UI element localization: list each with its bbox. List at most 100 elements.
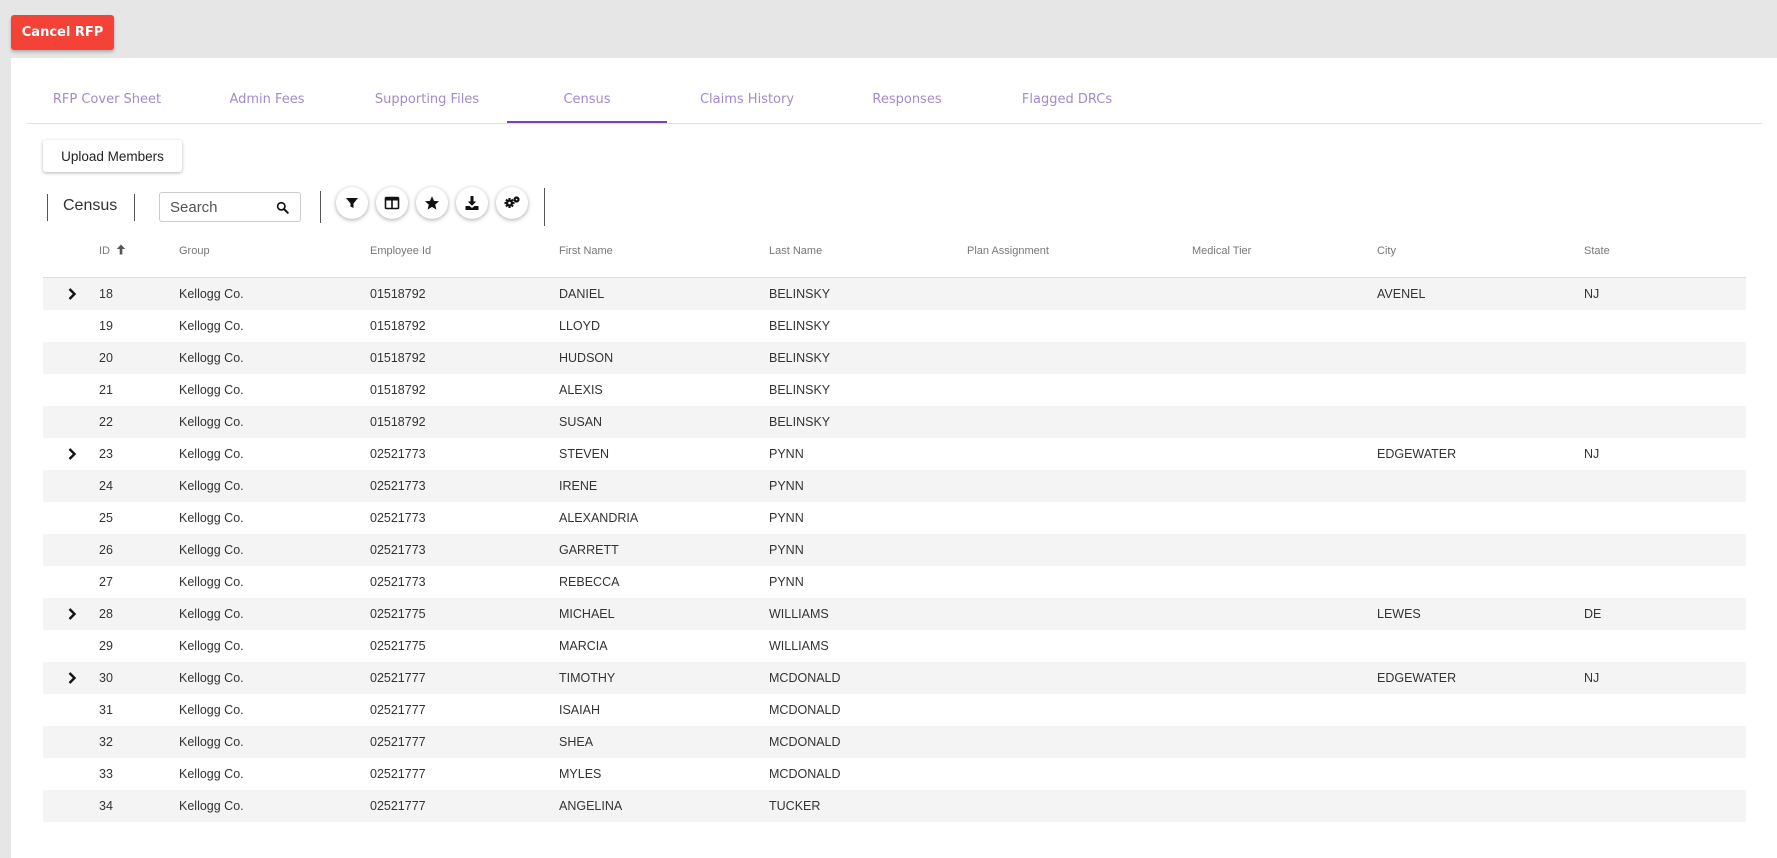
cell-state: NJ: [1584, 287, 1600, 301]
tab-claims-history[interactable]: Claims History: [667, 58, 827, 122]
cell-first-name: IRENE: [559, 479, 598, 493]
cell-id: 26: [99, 543, 113, 557]
upload-members-button[interactable]: Upload Members: [43, 140, 182, 172]
column-header-first-name[interactable]: First Name: [559, 227, 613, 275]
table-row[interactable]: 19 Kellogg Co. 01518792 LLOYD BELINSKY: [43, 310, 1746, 342]
sort-ascending-icon[interactable]: [116, 244, 126, 255]
cell-group: Kellogg Co.: [179, 383, 244, 397]
cell-first-name: MICHAEL: [559, 607, 615, 621]
download-button[interactable]: [456, 187, 488, 219]
cell-last-name: BELINSKY: [769, 415, 831, 429]
cell-state: NJ: [1584, 447, 1600, 461]
tab-admin-fees[interactable]: Admin Fees: [187, 58, 347, 122]
cell-first-name: ALEXIS: [559, 383, 603, 397]
chevron-right-icon[interactable]: [65, 607, 79, 621]
cell-employee-id: 01518792: [370, 415, 426, 429]
cell-employee-id: 02521773: [370, 575, 426, 589]
cell-last-name: MCDONALD: [769, 767, 841, 781]
filter-button[interactable]: [336, 187, 368, 219]
cell-group: Kellogg Co.: [179, 575, 244, 589]
column-header-medical-tier[interactable]: Medical Tier: [1192, 227, 1251, 275]
cell-first-name: ALEXANDRIA: [559, 511, 639, 525]
tab-census[interactable]: Census: [507, 58, 667, 123]
cell-employee-id: 02521773: [370, 479, 426, 493]
cell-employee-id: 02521777: [370, 767, 426, 781]
cell-id: 24: [99, 479, 113, 493]
cell-last-name: TUCKER: [769, 799, 821, 813]
column-header-id[interactable]: ID: [99, 227, 126, 275]
cell-group: Kellogg Co.: [179, 735, 244, 749]
cell-id: 21: [99, 383, 113, 397]
cell-first-name: SHEA: [559, 735, 594, 749]
tab-rfp-cover-sheet[interactable]: RFP Cover Sheet: [27, 58, 187, 122]
settings-button[interactable]: [496, 187, 528, 219]
cell-city: EDGEWATER: [1377, 447, 1457, 461]
cancel-rfp-button[interactable]: Cancel RFP: [11, 15, 114, 50]
chevron-right-icon[interactable]: [65, 671, 79, 685]
column-header-label: Employee Id: [370, 245, 432, 257]
tab-bar: RFP Cover Sheet Admin Fees Supporting File…: [27, 58, 1762, 124]
table-row[interactable]: 27 Kellogg Co. 02521773 REBECCA PYNN: [43, 566, 1746, 598]
table-row[interactable]: 22 Kellogg Co. 01518792 SUSAN BELINSKY: [43, 406, 1746, 438]
column-header-state[interactable]: State: [1584, 227, 1610, 275]
table-row[interactable]: 24 Kellogg Co. 02521773 IRENE PYNN: [43, 470, 1746, 502]
cell-employee-id: 02521773: [370, 543, 426, 557]
grid-body: 18 Kellogg Co. 01518792 DANIEL BELINSKY AVENE…: [43, 278, 1746, 822]
cell-employee-id: 02521775: [370, 607, 426, 621]
content-card: RFP Cover Sheet Admin Fees Supporting File…: [11, 58, 1777, 858]
table-row[interactable]: 28 Kellogg Co. 02521775 MICHAEL WILLIAMS LEWE…: [43, 598, 1746, 630]
cell-last-name: PYNN: [769, 575, 804, 589]
cell-id: 22: [99, 415, 113, 429]
cell-id: 25: [99, 511, 113, 525]
cell-employee-id: 01518792: [370, 287, 426, 301]
cell-id: 23: [99, 447, 113, 461]
cell-group: Kellogg Co.: [179, 671, 244, 685]
column-header-group[interactable]: Group: [179, 227, 210, 275]
table-row[interactable]: 29 Kellogg Co. 02521775 MARCIA WILLIAMS: [43, 630, 1746, 662]
chevron-right-icon[interactable]: [65, 287, 79, 301]
cell-last-name: BELINSKY: [769, 351, 831, 365]
table-row[interactable]: 20 Kellogg Co. 01518792 HUDSON BELINSKY: [43, 342, 1746, 374]
table-row[interactable]: 23 Kellogg Co. 02521773 STEVEN PYNN EDGEWATER…: [43, 438, 1746, 470]
tab-responses[interactable]: Responses: [827, 58, 987, 122]
star-icon: [425, 196, 439, 210]
column-header-last-name[interactable]: Last Name: [769, 227, 822, 275]
cell-first-name: MYLES: [559, 767, 602, 781]
cell-last-name: WILLIAMS: [769, 607, 829, 621]
cell-last-name: BELINSKY: [769, 319, 831, 333]
cell-first-name: TIMOTHY: [559, 671, 616, 685]
table-row[interactable]: 21 Kellogg Co. 01518792 ALEXIS BELINSKY: [43, 374, 1746, 406]
cell-employee-id: 02521777: [370, 799, 426, 813]
cell-employee-id: 01518792: [370, 319, 426, 333]
cell-first-name: SUSAN: [559, 415, 603, 429]
search-input[interactable]: [170, 197, 270, 217]
table-row[interactable]: 30 Kellogg Co. 02521777 TIMOTHY MCDONALD EDGE…: [43, 662, 1746, 694]
table-row[interactable]: 32 Kellogg Co. 02521777 SHEA MCDONALD: [43, 726, 1746, 758]
search-icon[interactable]: [276, 201, 289, 214]
table-row[interactable]: 31 Kellogg Co. 02521777 ISAIAH MCDONALD: [43, 694, 1746, 726]
table-row[interactable]: 34 Kellogg Co. 02521777 ANGELINA TUCKER: [43, 790, 1746, 822]
column-header-label: ID: [99, 245, 110, 257]
cell-id: 30: [99, 671, 113, 685]
column-header-plan-assignment[interactable]: Plan Assignment: [967, 227, 1049, 275]
cell-id: 28: [99, 607, 113, 621]
cell-employee-id: 02521777: [370, 671, 426, 685]
cell-last-name: PYNN: [769, 479, 804, 493]
cell-last-name: BELINSKY: [769, 287, 831, 301]
tab-flagged-drcs[interactable]: Flagged DRCs: [987, 58, 1147, 122]
columns-button[interactable]: [376, 187, 408, 219]
toolbar-divider: [320, 191, 321, 223]
column-header-city[interactable]: City: [1377, 227, 1396, 275]
table-row[interactable]: 18 Kellogg Co. 01518792 DANIEL BELINSKY AVENE…: [43, 278, 1746, 310]
cell-first-name: GARRETT: [559, 543, 619, 557]
cell-first-name: ANGELINA: [559, 799, 623, 813]
favorites-button[interactable]: [416, 187, 448, 219]
chevron-right-icon[interactable]: [65, 447, 79, 461]
tab-supporting-files[interactable]: Supporting Files: [347, 58, 507, 122]
table-row[interactable]: 26 Kellogg Co. 02521773 GARRETT PYNN: [43, 534, 1746, 566]
table-row[interactable]: 33 Kellogg Co. 02521777 MYLES MCDONALD: [43, 758, 1746, 790]
column-header-employee-id[interactable]: Employee Id: [370, 227, 431, 275]
grid-header: ID Group Employee Id First Name Last Name Pla…: [43, 227, 1746, 278]
cell-id: 32: [99, 735, 113, 749]
table-row[interactable]: 25 Kellogg Co. 02521773 ALEXANDRIA PYNN: [43, 502, 1746, 534]
